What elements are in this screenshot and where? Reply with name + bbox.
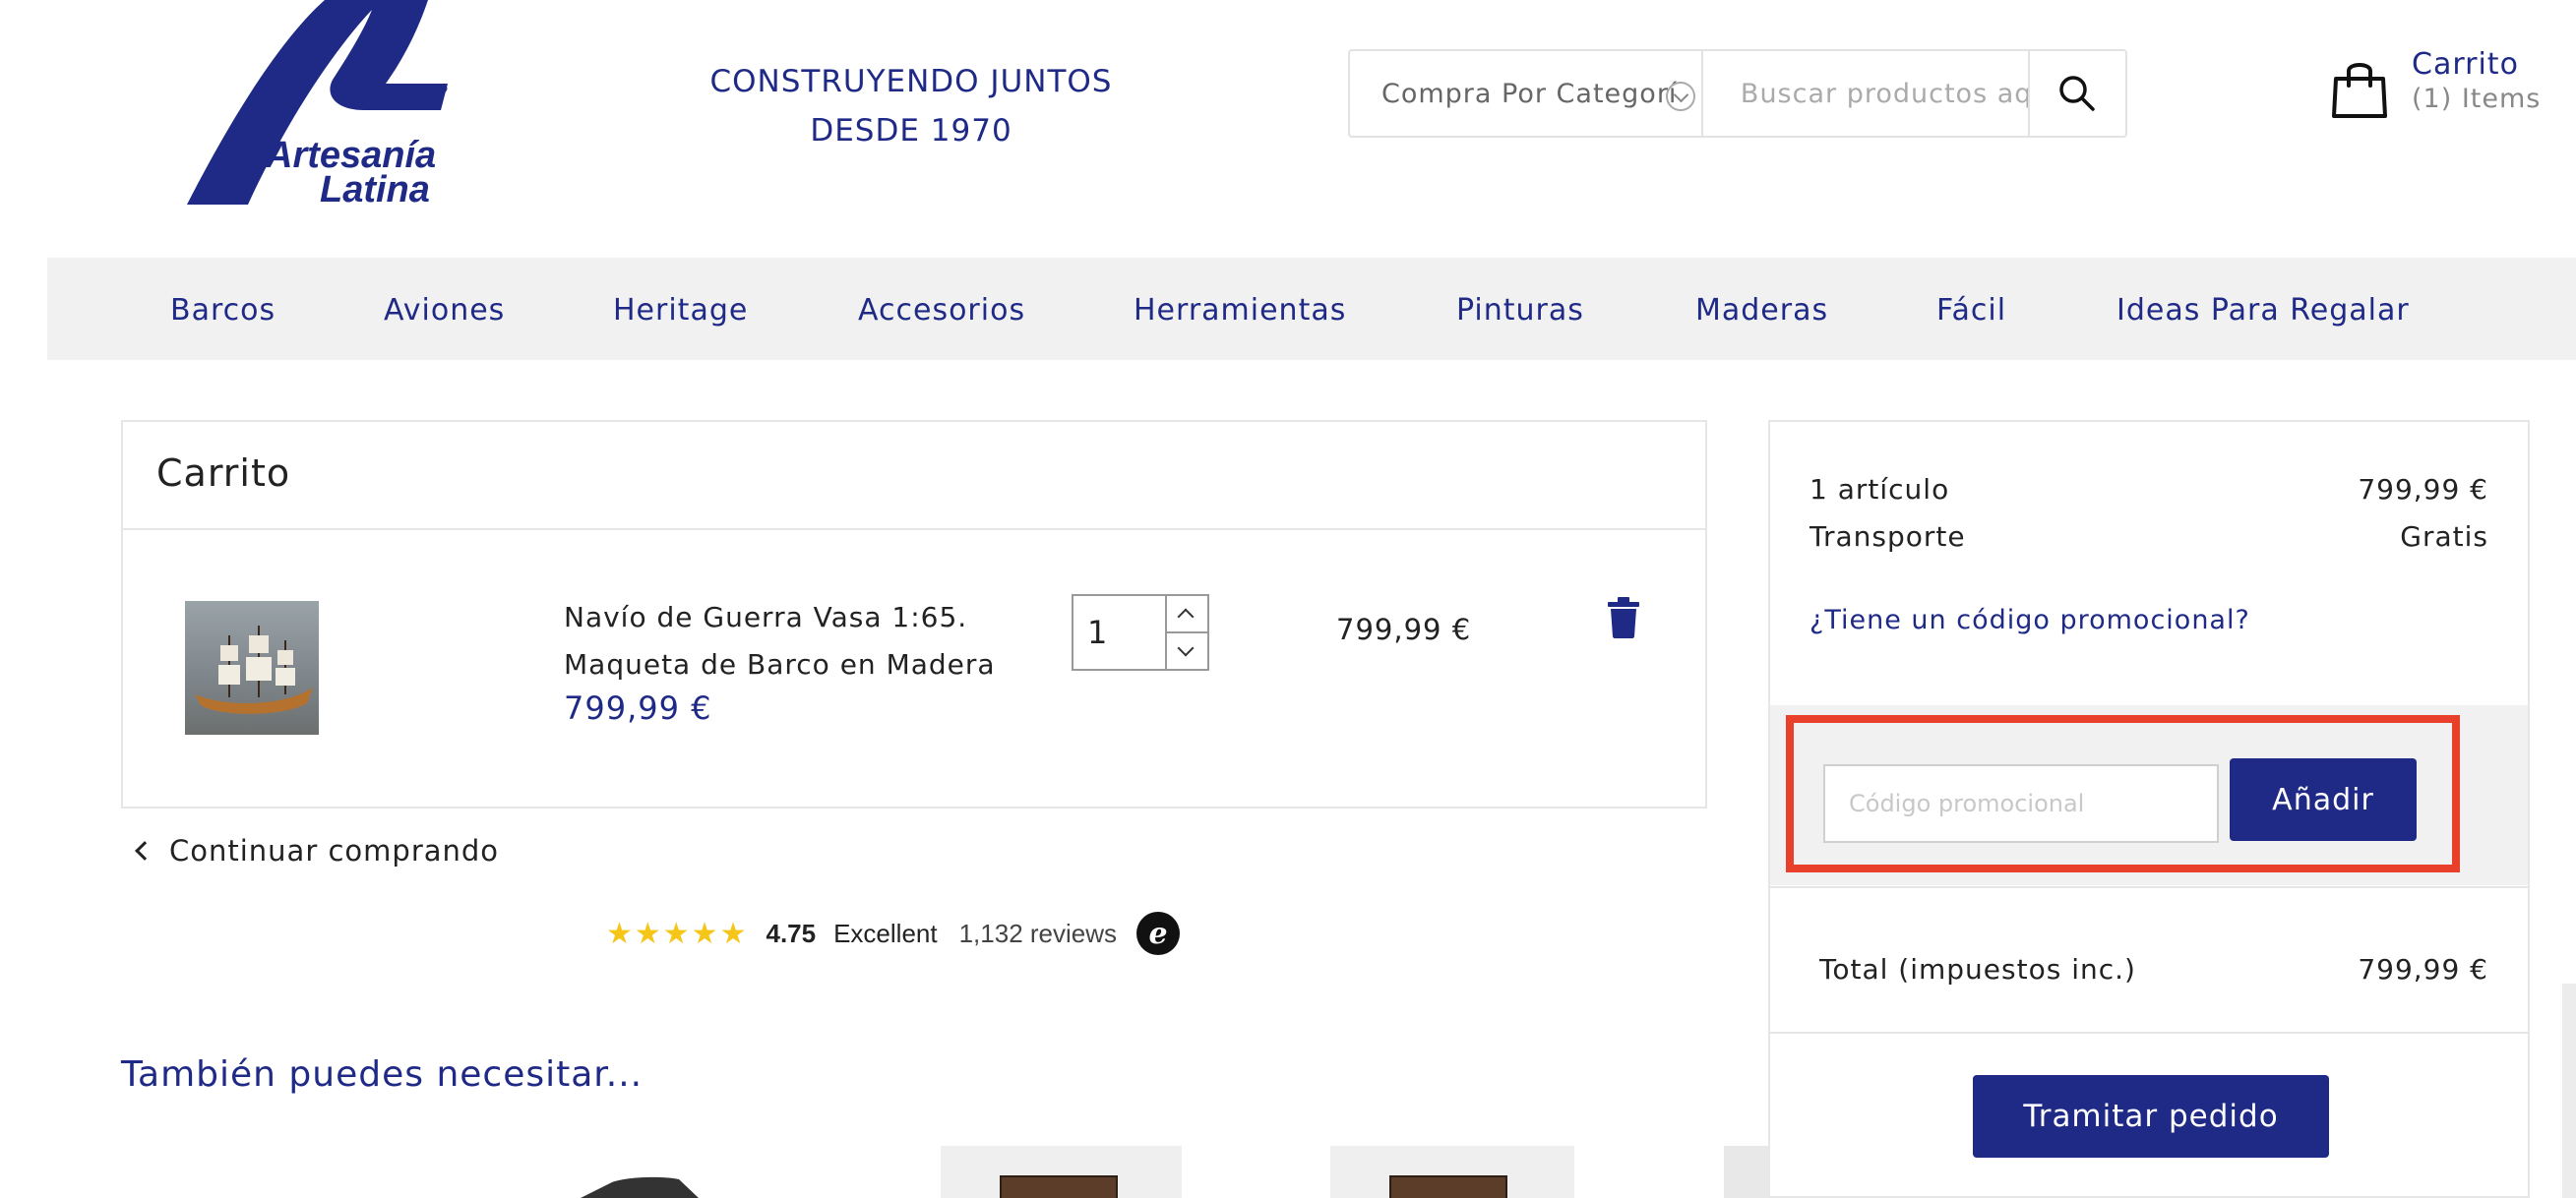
quantity-decrease-button[interactable] [1167,633,1207,669]
summary-total-row: Total (impuestos inc.) 799,99 € [1819,953,2488,986]
trash-icon[interactable] [1607,597,1640,638]
cart-divider [123,528,1705,530]
review-count: 1,132 reviews [958,918,1118,948]
rating-label: Excellent [833,918,938,948]
tagline-line2: DESDE 1970 [810,113,1012,149]
add-promo-button[interactable]: Añadir [2230,758,2417,841]
cart-item-count[interactable]: (1) Items [2412,84,2541,114]
cart-link[interactable]: Carrito [2412,47,2519,82]
tagline: CONSTRUYENDO JUNTOS DESDE 1970 [640,57,1183,155]
cart-title: Carrito [156,451,291,495]
nav-item-accesorios[interactable]: Accesorios [858,293,1025,328]
promo-highlight-box: Añadir [1786,715,2460,872]
category-select-label: Compra Por Categoría [1381,78,1677,109]
search-bar: Compra Por Categoría [1348,49,2127,138]
chevron-left-icon [135,841,154,861]
quantity-arrows [1167,596,1207,669]
shopping-bag-icon[interactable] [2330,59,2389,120]
product-image [1000,1175,1118,1198]
ship-image [195,626,313,714]
nav-item-aviones[interactable]: Aviones [384,293,505,328]
search-button[interactable] [2027,51,2125,136]
category-select[interactable]: Compra Por Categoría [1350,51,1703,136]
promo-code-section: Añadir [1770,705,2528,885]
continue-shopping-link[interactable]: Continuar comprando [130,834,499,868]
recommendation-item[interactable] [551,1166,748,1198]
page-scrollbar[interactable] [2562,984,2576,1198]
chevron-down-icon [1665,82,1695,111]
product-thumbnail[interactable] [185,601,319,735]
summary-total-label: Total (impuestos inc.) [1819,953,2136,986]
nav-item-herramientas[interactable]: Herramientas [1134,293,1346,328]
promo-code-link[interactable]: ¿Tiene un código promocional? [1809,605,2250,635]
summary-items-row: 1 artículo 799,99 € [1809,473,2488,506]
quantity-increase-button[interactable] [1167,596,1207,633]
summary-shipping-label: Transporte [1809,520,1966,553]
recommendation-item[interactable] [1330,1146,1574,1198]
search-input[interactable] [1702,51,2028,136]
promo-code-input[interactable] [1823,764,2219,843]
nav-item-pinturas[interactable]: Pinturas [1456,293,1584,328]
summary-total-value: 799,99 € [2358,953,2488,986]
tagline-line1: CONSTRUYENDO JUNTOS [709,64,1113,99]
summary-items-value: 799,99 € [2358,473,2488,506]
recommendations-title: También puedes necesitar... [121,1054,644,1095]
star-rating-icon: ★★★★★ [606,917,749,950]
product-name-line2: Maqueta de Barco en Madera [564,648,996,681]
nav-item-maderas[interactable]: Maderas [1695,293,1828,328]
cart-panel: Carrito Navío de Guerra Vasa 1:65. Maque… [121,420,1707,809]
product-image [581,1176,699,1198]
recommendation-item[interactable] [1724,1146,1768,1198]
logo-text-line2: Latina [320,169,430,210]
nav-item-facil[interactable]: Fácil [1936,293,2006,328]
nav-item-ideas-regalar[interactable]: Ideas Para Regalar [2116,293,2410,328]
continue-shopping-label: Continuar comprando [169,834,500,868]
rating-value: 4.75 [766,918,817,948]
nav-item-heritage[interactable]: Heritage [613,293,748,328]
summary-items-label: 1 artículo [1809,473,1950,506]
product-name-line1: Navío de Guerra Vasa 1:65. [564,601,968,633]
checkout-button[interactable]: Tramitar pedido [1973,1075,2329,1158]
line-total-price: 799,99 € [1336,613,1472,646]
main-nav: Barcos Aviones Heritage Accesorios Herra… [47,258,2576,360]
ekomi-badge-icon: e [1136,912,1181,955]
artesania-latina-logo[interactable]: Artesanía Latina [177,0,472,211]
summary-divider [1770,886,2528,888]
summary-shipping-value: Gratis [2400,520,2488,553]
quantity-stepper [1072,594,1209,671]
product-unit-price: 799,99 € [564,689,712,727]
quantity-input[interactable] [1073,596,1167,669]
product-name[interactable]: Navío de Guerra Vasa 1:65. Maqueta de Ba… [564,594,1075,689]
recommendation-item[interactable] [941,1146,1182,1198]
nav-item-barcos[interactable]: Barcos [170,293,276,328]
order-summary-panel: 1 artículo 799,99 € Transporte Gratis ¿T… [1768,420,2530,1198]
product-image [1389,1175,1507,1198]
summary-divider [1770,1032,2528,1034]
summary-shipping-row: Transporte Gratis [1809,520,2488,553]
reviews-widget[interactable]: ★★★★★ 4.75 Excellent 1,132 reviews e [606,911,1181,956]
search-icon [2059,76,2096,111]
